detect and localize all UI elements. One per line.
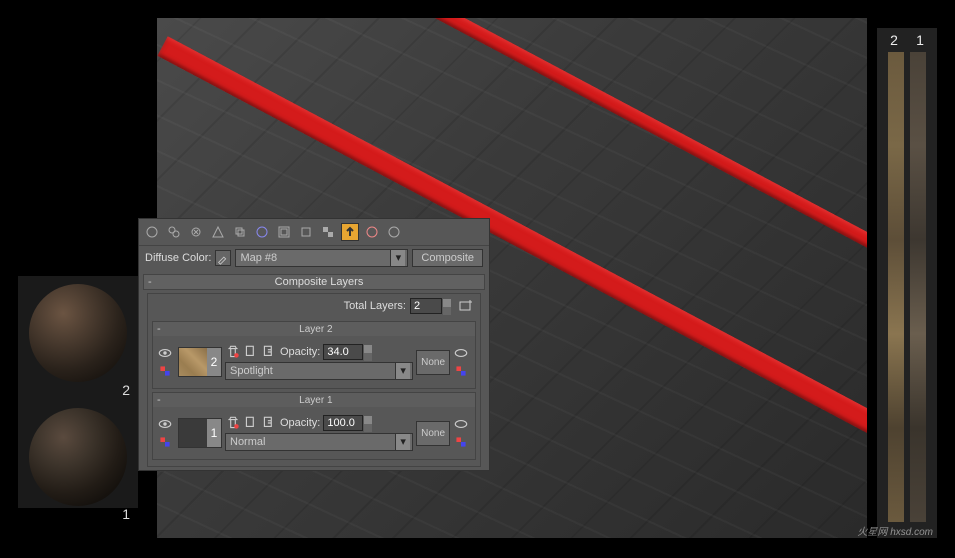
map-name-dropdown[interactable]: Map #8 <box>235 249 408 267</box>
layer-2-mask-button[interactable]: None <box>416 350 450 375</box>
map-name-value: Map #8 <box>240 252 277 264</box>
effects-icon[interactable] <box>253 223 271 241</box>
go-to-parent-icon[interactable] <box>341 223 359 241</box>
toolbar <box>139 219 489 246</box>
total-layers-spinner[interactable]: 2 <box>410 298 442 314</box>
mask-visibility-icon[interactable] <box>453 416 469 432</box>
layer-1-texture-swatch[interactable]: 1 <box>178 418 222 448</box>
copy-layer-icon[interactable] <box>243 344 259 360</box>
rename-icon[interactable] <box>261 344 277 360</box>
mask-cc-icon[interactable] <box>453 434 469 450</box>
eyedropper-icon[interactable] <box>215 250 231 266</box>
mask-visibility-icon[interactable] <box>453 345 469 361</box>
visibility-icon[interactable] <box>157 416 173 432</box>
strip-label: 1 <box>916 32 924 48</box>
sphere-label: 1 <box>18 506 138 524</box>
color-correct-icon[interactable] <box>157 363 173 379</box>
opacity-label: Opacity: <box>280 417 320 429</box>
sphere-label: 2 <box>18 382 138 400</box>
watermark: 火星网 hxsd.com <box>857 523 933 538</box>
add-layer-icon[interactable] <box>458 298 474 314</box>
diffuse-color-label: Diffuse Color: <box>145 252 211 264</box>
total-layers-label: Total Layers: <box>344 300 406 312</box>
collapse-icon[interactable]: - <box>148 276 158 288</box>
checker-icon[interactable] <box>319 223 337 241</box>
opacity-label: Opacity: <box>280 346 320 358</box>
texture-strip-panel: 2 1 <box>877 28 937 538</box>
layer-1-opacity-spinner[interactable]: 100.0 <box>323 415 363 431</box>
material-sphere-1[interactable] <box>29 408 127 506</box>
options-icon[interactable] <box>385 223 403 241</box>
strip-label: 2 <box>890 32 898 48</box>
texture-strip-2[interactable] <box>888 52 904 522</box>
show-end-result-icon[interactable] <box>297 223 315 241</box>
delete-icon[interactable] <box>225 344 241 360</box>
color-correct-icon[interactable] <box>157 434 173 450</box>
go-forward-icon[interactable] <box>363 223 381 241</box>
material-editor-panel: Diffuse Color: Map #8 Composite - Compos… <box>138 218 490 471</box>
layer-2-header[interactable]: - Layer 2 <box>153 322 475 336</box>
material-sphere-2[interactable] <box>29 284 127 382</box>
reset-icon[interactable] <box>209 223 227 241</box>
layer-1-blend-dropdown[interactable]: Normal <box>225 433 413 451</box>
delete-icon[interactable] <box>225 415 241 431</box>
layer-1-header[interactable]: - Layer 1 <box>153 393 475 407</box>
material-preview-panel: 2 1 <box>18 276 138 508</box>
map-type-button[interactable]: Composite <box>412 249 483 267</box>
layer-2-texture-swatch[interactable]: 2 <box>178 347 222 377</box>
rename-icon[interactable] <box>261 415 277 431</box>
copy-layer-icon[interactable] <box>243 415 259 431</box>
assign-icon[interactable] <box>187 223 205 241</box>
layer-2-opacity-spinner[interactable]: 34.0 <box>323 344 363 360</box>
visibility-icon[interactable] <box>157 345 173 361</box>
get-material-icon[interactable] <box>143 223 161 241</box>
composite-layers-header[interactable]: - Composite Layers <box>143 274 485 290</box>
layer-2-blend-dropdown[interactable]: Spotlight <box>225 362 413 380</box>
copy-icon[interactable] <box>231 223 249 241</box>
mask-cc-icon[interactable] <box>453 363 469 379</box>
show-map-icon[interactable] <box>275 223 293 241</box>
texture-strip-1[interactable] <box>910 52 926 522</box>
layer-1-mask-button[interactable]: None <box>416 421 450 446</box>
put-to-scene-icon[interactable] <box>165 223 183 241</box>
